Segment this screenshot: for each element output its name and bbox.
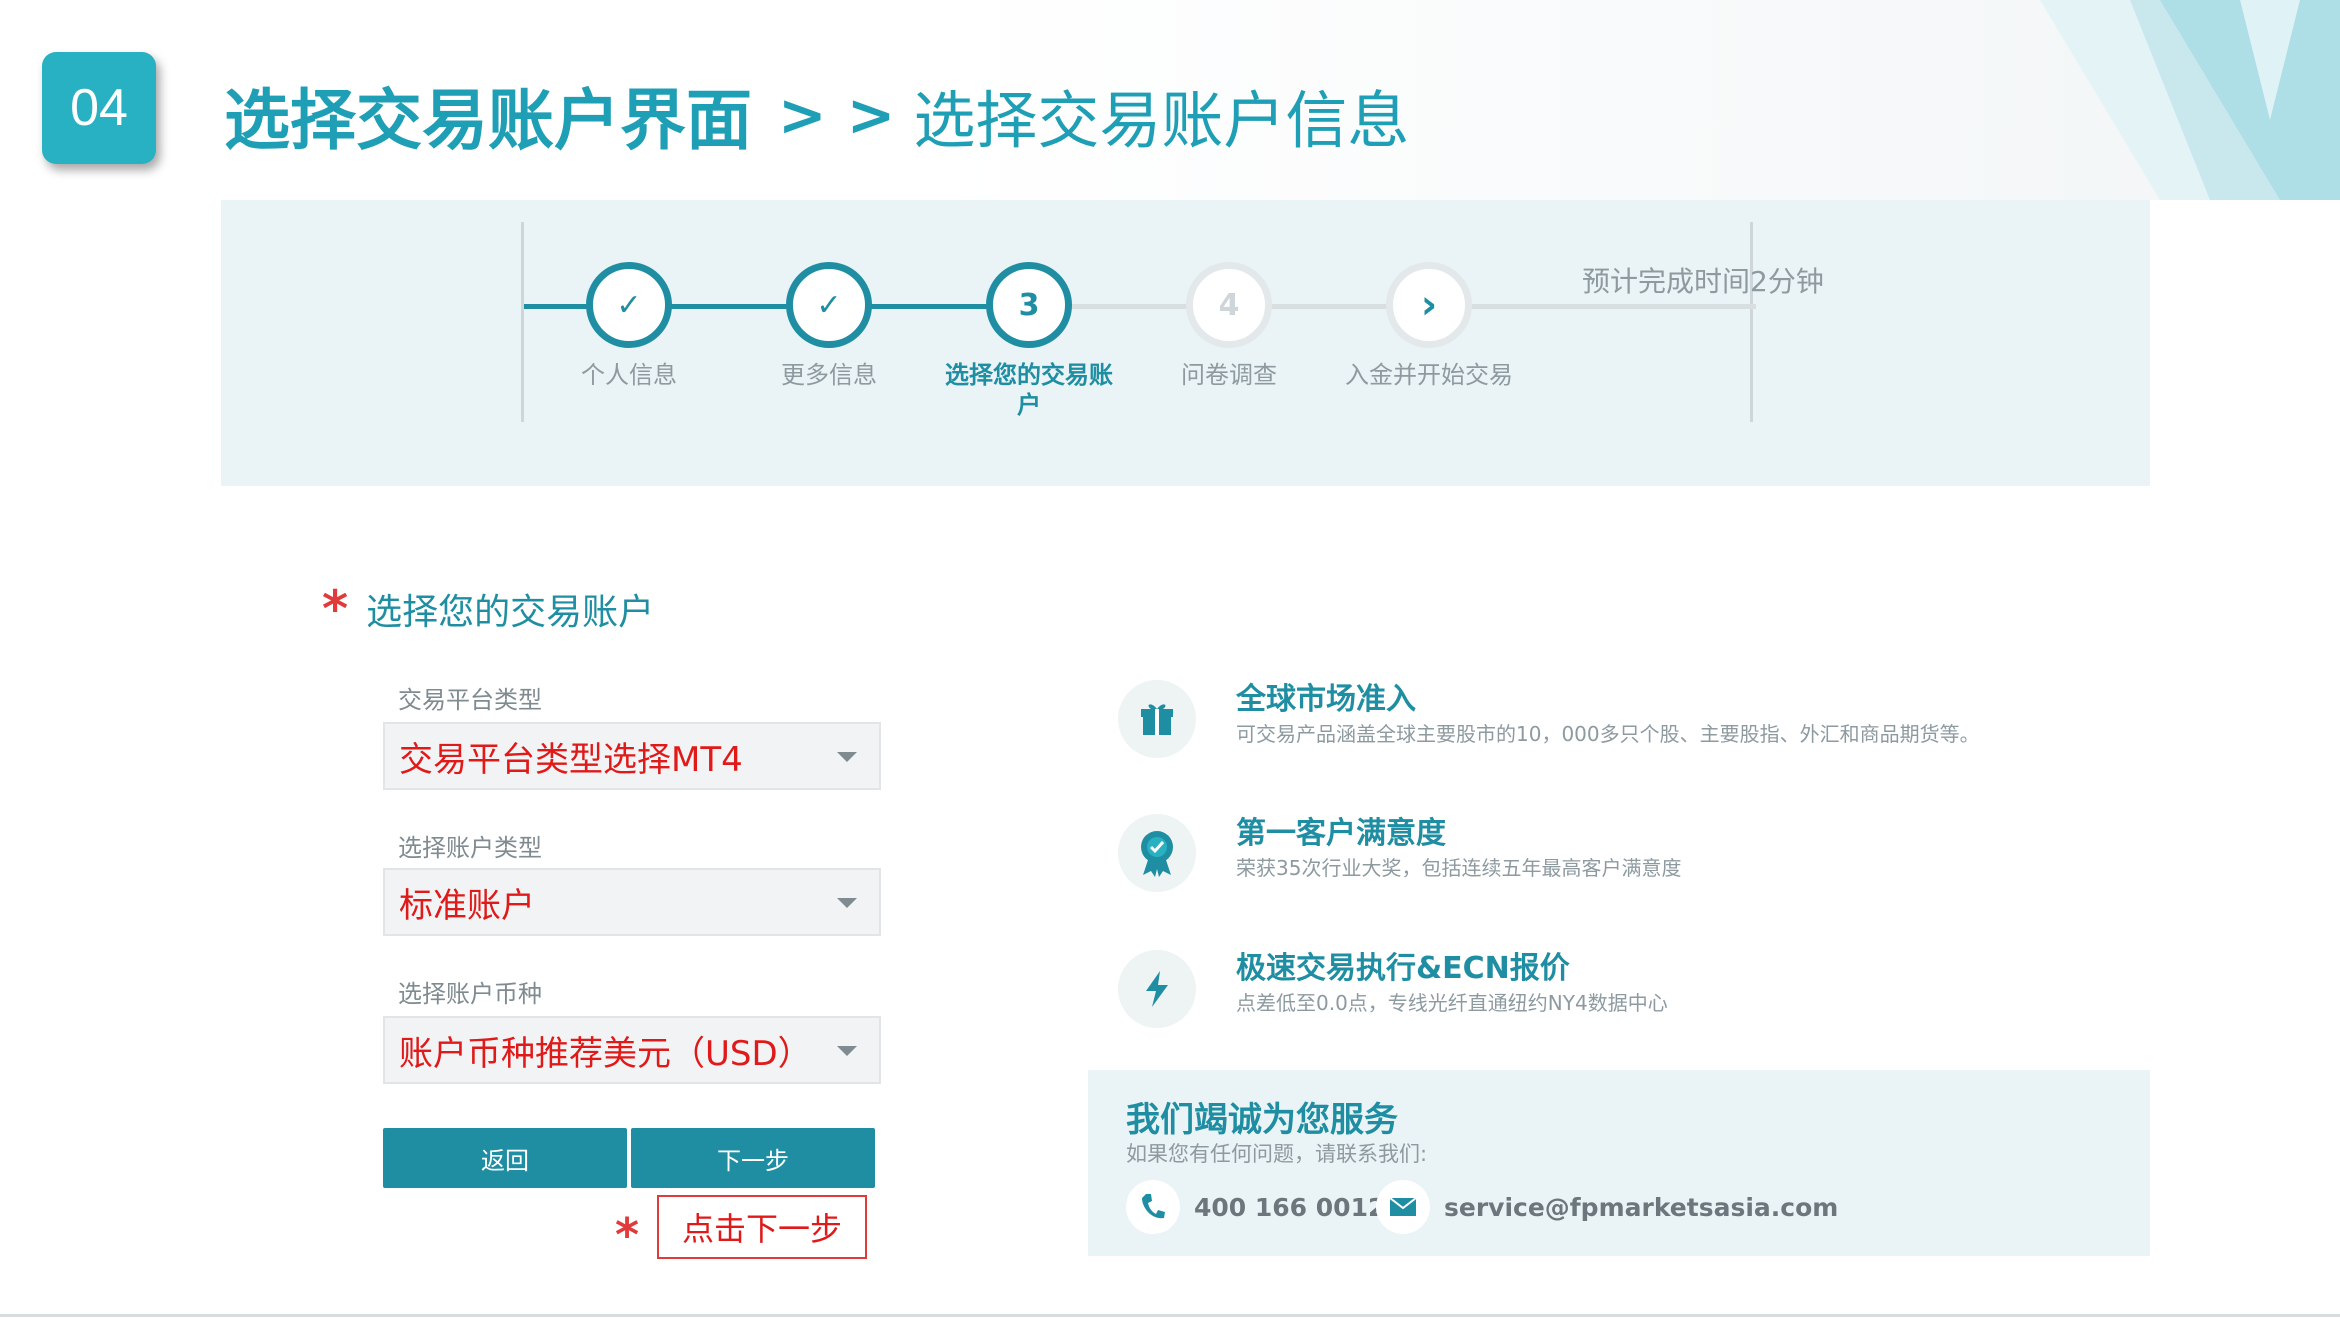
progress-track: ✓ 个人信息 ✓ 更多信息 3 选择您的交易账户 4 问卷调查 › 入金并开始交… <box>521 222 1756 422</box>
phone-icon <box>1126 1180 1180 1234</box>
caret-down-icon <box>837 1046 857 1056</box>
contact-subtitle: 如果您有任何问题，请联系我们: <box>1126 1142 1428 1166</box>
contact-email[interactable]: service@fpmarketsasia.com <box>1376 1180 1838 1234</box>
page-title: 选择交易账户界面 > > 选择交易账户信息 <box>224 70 1409 160</box>
platform-type-label: 交易平台类型 <box>398 686 542 714</box>
account-type-value: 标准账户 <box>399 885 535 926</box>
step-number-badge: 04 <box>42 52 156 164</box>
progress-panel: ✓ 个人信息 ✓ 更多信息 3 选择您的交易账户 4 问卷调查 › 入金并开始交… <box>221 200 2150 486</box>
phone-number: 400 166 0012 <box>1194 1192 1386 1222</box>
step-number-3: 3 <box>986 262 1072 348</box>
progress-step-label: 问卷调查 <box>1181 361 1277 389</box>
estimated-time: 预计完成时间2分钟 <box>1582 265 1824 298</box>
currency-select[interactable]: 账户币种推荐美元（USD） <box>383 1016 881 1084</box>
progress-step-select-account[interactable]: 3 选择您的交易账户 <box>939 262 1119 420</box>
progress-step-label: 入金并开始交易 <box>1345 361 1513 389</box>
account-type-label: 选择账户类型 <box>398 834 542 862</box>
feature-title: 全球市场准入 <box>1236 682 1416 717</box>
platform-type-select[interactable]: 交易平台类型选择MT4 <box>383 722 881 790</box>
contact-phone[interactable]: 400 166 0012 <box>1126 1180 1385 1234</box>
section-title: * 选择您的交易账户 <box>322 580 654 638</box>
hint-star-icon: * <box>615 1208 640 1262</box>
progress-step-label: 个人信息 <box>581 361 677 389</box>
mail-icon <box>1376 1180 1430 1234</box>
bottom-divider <box>0 1314 2340 1317</box>
feature-title: 极速交易执行&ECN报价 <box>1236 951 1570 986</box>
page-title-main: 选择交易账户界面 <box>224 82 752 159</box>
lightning-icon <box>1118 950 1196 1028</box>
back-button[interactable]: 返回 <box>383 1128 627 1188</box>
contact-panel: 我们竭诚为您服务 如果您有任何问题，请联系我们: 400 166 0012 se… <box>1088 1070 2150 1256</box>
progress-step-personal-info[interactable]: ✓ 个人信息 <box>539 262 719 390</box>
step-number-4: 4 <box>1186 262 1272 348</box>
progress-step-questionnaire: 4 问卷调查 <box>1139 262 1319 390</box>
feature-desc: 可交易产品涵盖全球主要股市的10，000多只个股、主要股指、外汇和商品期货等。 <box>1236 722 1980 746</box>
hint-text-box: 点击下一步 <box>657 1195 868 1259</box>
account-type-select[interactable]: 标准账户 <box>383 868 881 936</box>
required-star-icon: * <box>322 580 349 638</box>
caret-down-icon <box>837 898 857 908</box>
progress-step-label: 更多信息 <box>781 361 877 389</box>
progress-step-more-info[interactable]: ✓ 更多信息 <box>739 262 919 390</box>
check-icon: ✓ <box>586 262 672 348</box>
currency-label: 选择账户币种 <box>398 980 542 1008</box>
progress-step-label: 选择您的交易账户 <box>945 361 1113 419</box>
check-icon: ✓ <box>786 262 872 348</box>
next-button[interactable]: 下一步 <box>631 1128 875 1188</box>
award-ribbon-icon <box>1118 814 1196 892</box>
feature-title: 第一客户满意度 <box>1236 816 1446 851</box>
decorative-triangles <box>2040 0 2340 200</box>
gift-icon <box>1118 680 1196 758</box>
chevron-right-icon: › <box>1386 262 1472 348</box>
contact-title: 我们竭诚为您服务 <box>1126 1100 1398 1140</box>
feature-desc: 点差低至0.0点，专线光纤直通纽约NY4数据中心 <box>1236 991 1668 1015</box>
platform-type-value: 交易平台类型选择MT4 <box>399 739 743 780</box>
click-next-hint: * 点击下一步 <box>615 1192 868 1262</box>
progress-step-deposit: › 入金并开始交易 <box>1339 262 1519 390</box>
page-title-sub: 选择交易账户信息 <box>913 84 1410 157</box>
email-address: service@fpmarketsasia.com <box>1444 1192 1839 1222</box>
caret-down-icon <box>837 752 857 762</box>
section-title-text: 选择您的交易账户 <box>366 592 655 633</box>
feature-desc: 荣获35次行业大奖，包括连续五年最高客户满意度 <box>1236 856 1682 880</box>
currency-value: 账户币种推荐美元（USD） <box>399 1033 812 1074</box>
page-title-arrows: > > <box>778 81 896 149</box>
